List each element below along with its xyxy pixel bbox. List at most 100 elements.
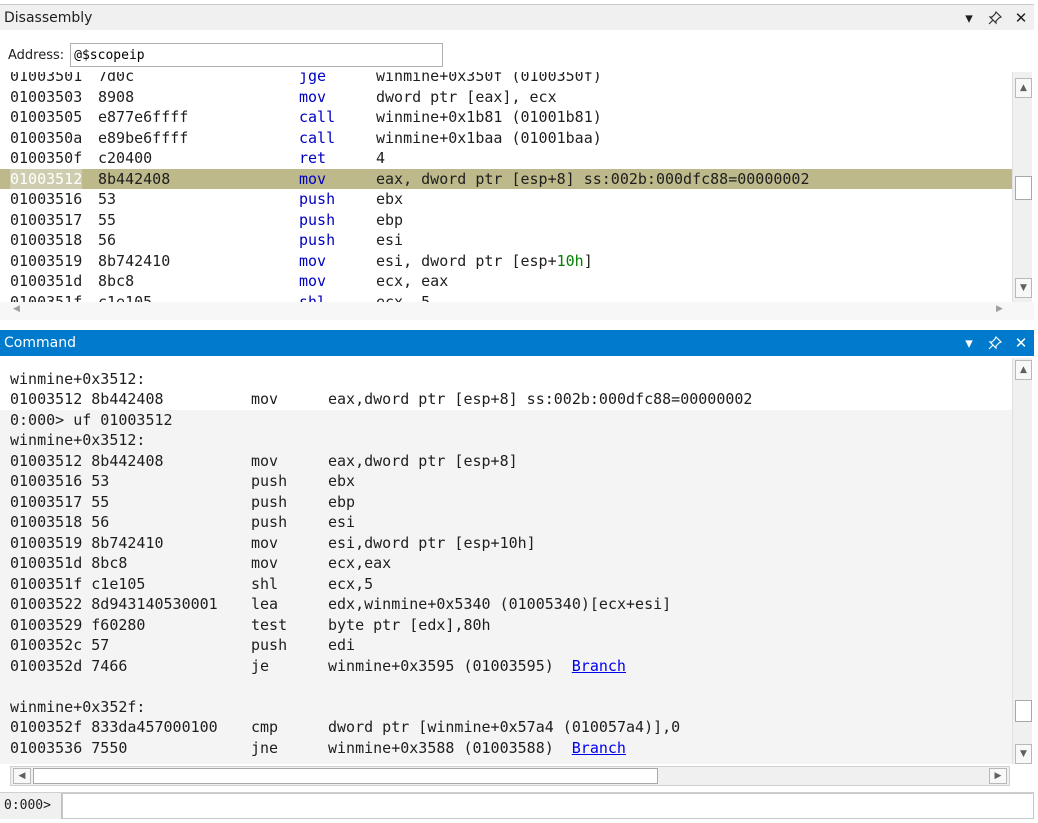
disassembly-line[interactable]: 01003517 55 push ebp	[0, 210, 1012, 231]
output-address: 01003536 7550	[10, 738, 128, 757]
command-title-bar: Command ▾ ✕	[0, 330, 1034, 356]
output-mnemonic: je	[251, 656, 270, 675]
command-output-line: 0100351f c1e105 shl ecx,5	[0, 574, 1012, 595]
line-bytes: c1e105	[98, 292, 153, 303]
disassembly-line[interactable]: 01003518 56 push esi	[0, 230, 1012, 251]
command-input[interactable]	[62, 793, 1034, 819]
disassembly-line[interactable]: 01003501 7d0c jge winmine+0x350f (0100350f)	[0, 72, 1012, 87]
prompt-label: 0:000>	[0, 793, 62, 819]
operand-number: 10h	[556, 251, 584, 270]
disassembly-horizontal-scrollbar[interactable]: ◀ ▶	[0, 302, 1034, 320]
command-output-line: 01003536 7550 jne winmine+0x3588 (01003588…	[0, 738, 1012, 759]
scroll-thumb[interactable]	[33, 768, 658, 784]
line-operands: ebx	[376, 190, 404, 208]
disassembly-line[interactable]: 0100351d 8bc8 mov ecx, eax	[0, 271, 1012, 292]
output-operands: ebx	[328, 471, 355, 492]
scroll-right-button[interactable]: ▶	[989, 768, 1007, 784]
operand-text: edx,winmine+0x5340 (01005340)[ecx+esi]	[328, 595, 672, 613]
output-mnemonic: lea	[251, 595, 279, 613]
operand-text: esi, dword ptr [esp+	[376, 251, 557, 270]
line-operands: winmine+0x1b81 (01001b81)	[376, 108, 602, 126]
scroll-down-button[interactable]: ▼	[1015, 744, 1032, 764]
chevron-down-icon[interactable]: ▾	[956, 5, 982, 31]
address-bar: Address:	[0, 40, 1034, 70]
address-input[interactable]	[70, 43, 444, 67]
branch-link[interactable]: Branch	[572, 657, 626, 675]
disassembly-line[interactable]: 0100350a e89be6ffff call winmine+0x1baa (01…	[0, 128, 1012, 149]
line-mnemonic: push	[299, 190, 336, 208]
disassembly-vertical-scrollbar[interactable]: ▲ ▼	[1012, 72, 1032, 302]
pin-icon[interactable]	[982, 5, 1008, 31]
output-address: 01003512 8b442408	[10, 390, 164, 408]
scroll-left-button[interactable]: ◀	[13, 768, 31, 784]
disassembly-title-bar: Disassembly ▾ ✕	[0, 4, 1034, 30]
command-output-line: 01003512 8b442408 mov eax,dword ptr [esp+8…	[0, 451, 1012, 472]
operand-text: dword ptr [winmine+0x57a4 (010057a4)],0	[328, 718, 681, 736]
scroll-left-arrow[interactable]: ◀	[13, 304, 20, 314]
line-bytes: 8b742410	[98, 251, 171, 270]
scroll-up-button[interactable]: ▲	[1015, 360, 1032, 380]
output-address: 01003512 8b442408	[10, 451, 164, 470]
scroll-thumb[interactable]	[1015, 700, 1032, 722]
line-address: 01003516	[10, 190, 83, 208]
line-mnemonic: call	[299, 108, 336, 126]
scroll-down-button[interactable]: ▼	[1015, 278, 1032, 298]
disassembly-line[interactable]: 01003503 8908 mov dword ptr [eax], ecx	[0, 87, 1012, 108]
command-output-line: 0:000> uf 01003512	[0, 410, 1012, 431]
line-bytes: 7d0c	[98, 72, 135, 85]
line-mnemonic: mov	[299, 272, 327, 290]
command-output[interactable]: winmine+0x3512: 01003512 8b442408 mov eax,d…	[0, 358, 1012, 764]
pin-icon[interactable]	[982, 330, 1008, 356]
operand-text: eax,dword ptr [esp+8] ss:002b:000dfc88=0…	[328, 390, 753, 408]
line-address: 0100351f	[10, 292, 83, 303]
line-operands: winmine+0x1baa (01001baa)	[376, 128, 602, 147]
operand-text: ecx,5	[328, 574, 374, 593]
output-operands: ecx,eax	[328, 553, 391, 574]
disassembly-line-current[interactable]: 01003512 8b442408 mov eax, dword ptr [esp+8…	[0, 168, 1012, 189]
line-mnemonic: call	[299, 128, 336, 147]
output-operands: ebp	[328, 492, 355, 513]
disassembly-line[interactable]: 01003519 8b742410 mov esi, dword ptr [esp+1…	[0, 251, 1012, 272]
operand-text: edi	[328, 636, 356, 654]
scroll-up-button[interactable]: ▲	[1015, 78, 1032, 98]
output-operands: esi,dword ptr [esp+10h]	[328, 533, 536, 554]
close-icon[interactable]: ✕	[1008, 5, 1034, 31]
output-operands: edi	[328, 635, 355, 656]
output-mnemonic: push	[251, 513, 288, 531]
command-vertical-scrollbar[interactable]: ▲ ▼	[1012, 358, 1032, 764]
output-address: 01003529 f60280	[10, 615, 146, 634]
output-address: 01003516 53	[10, 472, 110, 490]
output-mnemonic: mov	[251, 390, 279, 408]
line-address: 01003517	[10, 210, 83, 229]
command-horizontal-scrollbar[interactable]: ◀ ▶	[10, 766, 1010, 786]
command-prompt-row: 0:000>	[0, 792, 1034, 819]
disassembly-line[interactable]: 01003505 e877e6ffff call winmine+0x1b81 (01…	[0, 107, 1012, 128]
scroll-thumb[interactable]	[1015, 176, 1032, 200]
disassembly-line[interactable]: 0100350f c20400 ret 4	[0, 148, 1012, 169]
output-operands: esi	[328, 512, 355, 533]
line-bytes: c20400	[98, 149, 153, 167]
disassembly-line[interactable]: 01003516 53 push ebx	[0, 189, 1012, 210]
output-address: 01003517 55	[10, 492, 110, 511]
output-operands: eax,dword ptr [esp+8] ss:002b:000dfc88=0…	[328, 389, 752, 410]
command-title: Command	[4, 335, 76, 351]
line-operands: dword ptr [eax], ecx	[376, 87, 557, 106]
operand-text: eax,dword ptr [esp+8]	[328, 451, 518, 470]
line-operands: esi, dword ptr [esp+10h]	[376, 251, 593, 272]
output-operands: eax,dword ptr [esp+8]	[328, 451, 518, 472]
line-address: 01003512	[10, 168, 83, 189]
line-address: 01003519	[10, 251, 83, 270]
chevron-down-icon[interactable]: ▾	[956, 330, 982, 356]
branch-link[interactable]: Branch	[572, 739, 626, 757]
output-mnemonic: push	[251, 492, 288, 511]
command-output-line: 01003529 f60280 test byte ptr [edx],80h	[0, 615, 1012, 636]
scroll-right-arrow[interactable]: ▶	[996, 304, 1003, 314]
command-output-line	[0, 358, 1012, 369]
output-operands: dword ptr [winmine+0x57a4 (010057a4)],0	[328, 717, 680, 738]
disassembly-view[interactable]: 01003501 7d0c jge winmine+0x350f (0100350f)…	[0, 72, 1012, 302]
close-icon[interactable]: ✕	[1008, 330, 1034, 356]
output-operands: byte ptr [edx],80h	[328, 615, 491, 636]
output-address: winmine+0x3512:	[10, 431, 146, 449]
disassembly-line[interactable]: 0100351f c1e105 shl ecx, 5	[0, 292, 1012, 303]
output-address: 0100351f c1e105	[10, 574, 146, 593]
